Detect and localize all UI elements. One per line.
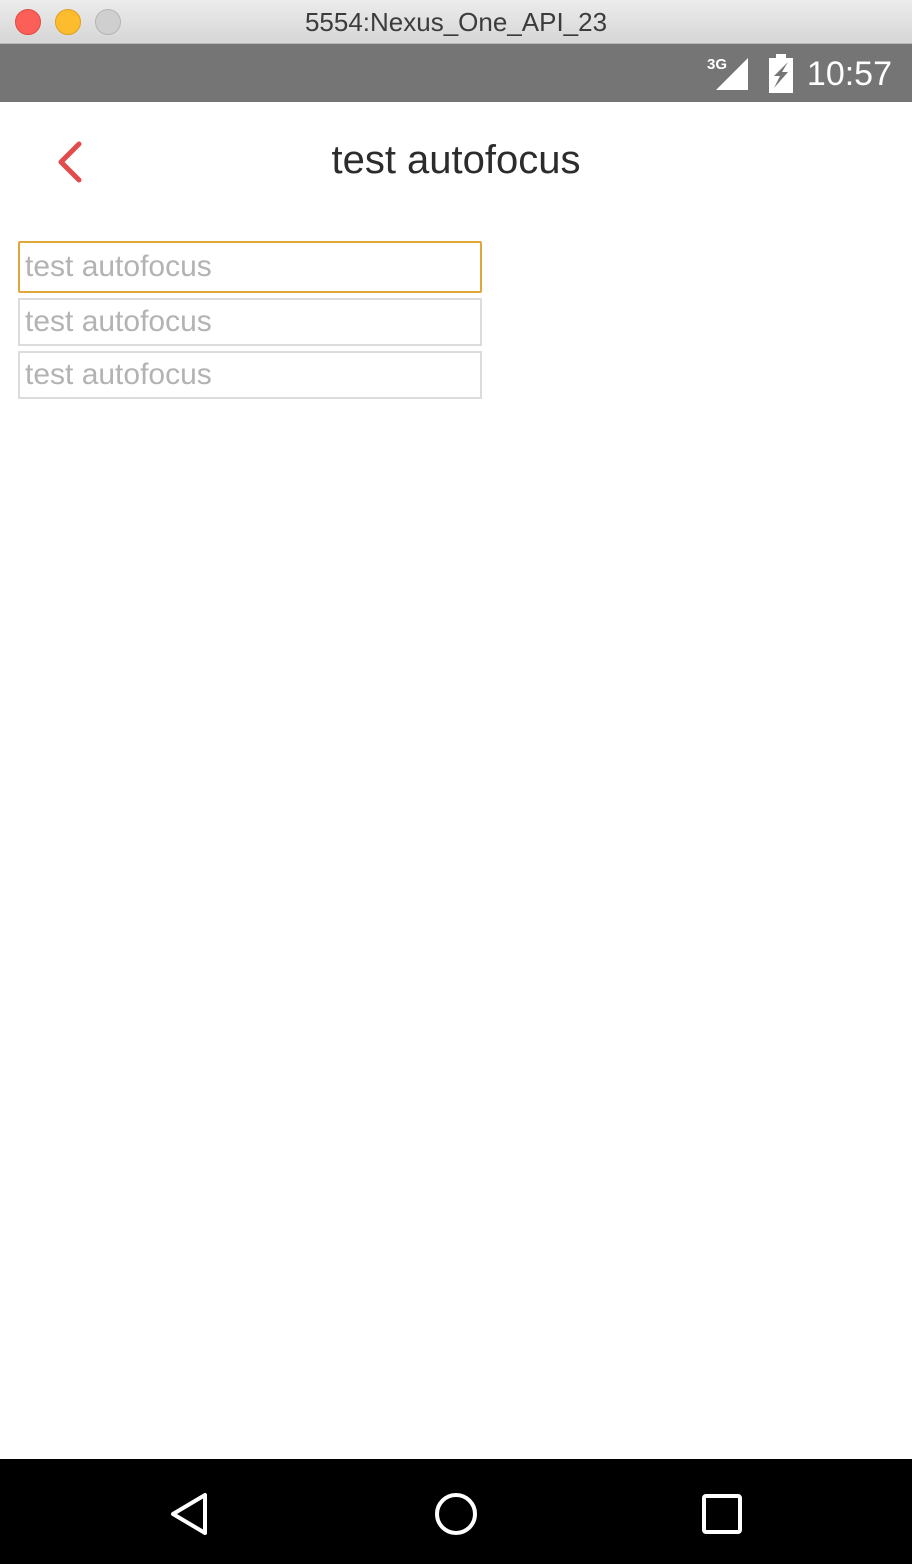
home-circle-icon[interactable] [433,1491,479,1537]
autofocus-input-2[interactable] [18,298,482,346]
window-title: 5554:Nexus_One_API_23 [304,7,608,37]
battery-icon [769,54,793,93]
status-bar: 3G 10:57 [0,44,912,102]
window-titlebar: 5554:Nexus_One_API_23 [0,0,912,44]
autofocus-input-1[interactable] [18,241,482,293]
input-list [18,241,483,404]
page-title: test autofocus [331,138,581,182]
network-type-label: 3G [707,56,728,73]
navigation-bar [0,1459,912,1564]
status-clock: 10:57 [806,55,892,93]
autofocus-input-3[interactable] [18,351,482,399]
recents-square-icon[interactable] [699,1491,745,1537]
app-header: test autofocus [0,102,912,222]
back-triangle-icon[interactable] [167,1491,213,1537]
